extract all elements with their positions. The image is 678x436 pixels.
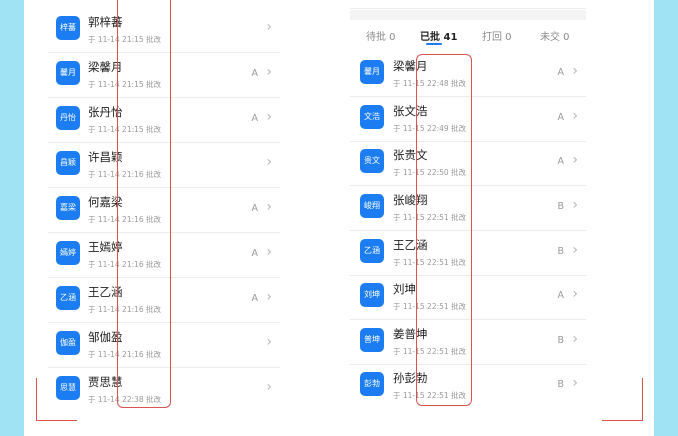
avatar: 乙涵 (56, 286, 80, 310)
avatar: 馨月 (56, 61, 80, 85)
separator-strip (350, 10, 586, 20)
chevron-right-icon: › (572, 286, 578, 302)
chevron-right-icon: › (572, 242, 578, 258)
avatar: 普坤 (360, 328, 384, 352)
annotation-box-right (416, 54, 472, 406)
chevron-right-icon: › (266, 154, 272, 170)
chevron-right-icon: › (266, 109, 272, 125)
grade-label: A (557, 290, 565, 301)
chevron-right-icon: › (266, 199, 272, 215)
chevron-right-icon: › (266, 244, 272, 260)
chevron-right-icon: › (572, 108, 578, 124)
grade-label: A (251, 203, 259, 214)
chevron-right-icon: › (572, 331, 578, 347)
avatar: 乙涵 (360, 239, 384, 263)
chevron-right-icon: › (266, 19, 272, 35)
grade-label: A (557, 156, 565, 167)
divider (350, 8, 586, 9)
tab-graded[interactable]: 已批 41 (420, 28, 457, 43)
grade-label: A (251, 68, 259, 79)
chevron-right-icon: › (266, 64, 272, 80)
student-name: 刘坤 (393, 282, 416, 296)
avatar: 彭勃 (360, 372, 384, 396)
grade-label: A (251, 248, 259, 259)
chevron-right-icon: › (266, 379, 272, 395)
avatar: 昌颖 (56, 151, 80, 175)
grade-label: B (557, 201, 564, 212)
grade-label: A (251, 293, 259, 304)
chevron-right-icon: › (572, 152, 578, 168)
grade-label: B (557, 335, 564, 346)
annotation-bracket-left (36, 378, 77, 421)
avatar: 伽盈 (56, 331, 80, 355)
grade-label: A (557, 112, 565, 123)
chevron-right-icon: › (572, 197, 578, 213)
avatar: 梓蕃 (56, 16, 80, 40)
avatar: 嫣婷 (56, 241, 80, 265)
grade-label: B (557, 379, 564, 390)
chevron-right-icon: › (266, 334, 272, 350)
chevron-right-icon: › (266, 289, 272, 305)
tab-pending[interactable]: 待批 0 (366, 28, 396, 43)
avatar: 贵文 (360, 149, 384, 173)
grade-label: B (557, 246, 564, 257)
status-tabs: 待批 0 已批 41 打回 0 未交 0 (350, 20, 586, 53)
chevron-right-icon: › (572, 375, 578, 391)
avatar: 文浩 (360, 105, 384, 129)
tab-returned[interactable]: 打回 0 (482, 28, 512, 43)
tab-not-submitted[interactable]: 未交 0 (540, 28, 570, 43)
annotation-bracket-right (602, 378, 643, 421)
avatar: 峻翔 (360, 194, 384, 218)
avatar: 嘉梁 (56, 196, 80, 220)
grade-label: A (251, 113, 259, 124)
annotation-box-left (117, 0, 171, 408)
avatar: 丹怡 (56, 106, 80, 130)
avatar: 馨月 (360, 60, 384, 84)
active-tab-indicator (426, 43, 442, 45)
chevron-right-icon: › (572, 63, 578, 79)
avatar: 刘坤 (360, 283, 384, 307)
grade-label: A (557, 67, 565, 78)
